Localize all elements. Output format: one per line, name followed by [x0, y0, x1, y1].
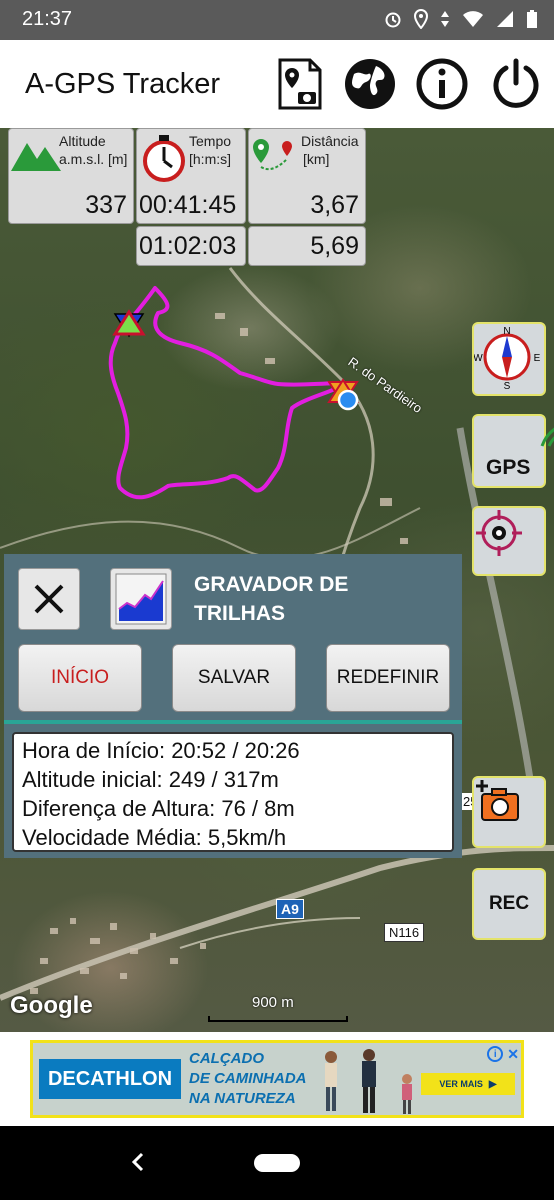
ad-close-icon[interactable]: ✕ — [507, 1046, 519, 1063]
status-time: 21:37 — [22, 8, 73, 30]
distance-label-1: Distância — [301, 133, 359, 149]
track-recorder-panel: GRAVADOR DE TRILHAS INÍCIO SALVAR REDEFI… — [4, 554, 462, 858]
info-start-time: Hora de Início: 20:52 / 20:26 — [22, 738, 300, 763]
battery-icon — [526, 9, 538, 34]
distance-total-panel: 5,69 — [248, 226, 366, 266]
map-photo-icon[interactable] — [272, 56, 328, 112]
distance-label-2: [km] — [303, 151, 330, 167]
rec-button[interactable]: REC — [472, 868, 546, 940]
road-badge-n116: N116 — [384, 923, 425, 942]
distance-value: 3,67 — [310, 191, 359, 219]
compass-e: E — [534, 353, 540, 364]
location-icon — [413, 8, 429, 34]
start-button[interactable]: INÍCIO — [18, 644, 142, 712]
app-bar: A-GPS Tracker — [0, 40, 554, 128]
compass-button[interactable]: N S E W — [472, 322, 546, 396]
close-icon — [34, 584, 64, 614]
track-path — [108, 286, 350, 500]
add-photo-icon — [476, 780, 519, 821]
reset-button[interactable]: REDEFINIR — [326, 644, 450, 712]
ad-line-1: CALÇADO — [189, 1050, 264, 1067]
wifi-icon — [462, 10, 484, 33]
ad-headline: CALÇADO DE CAMINHADA NA NATUREZA — [189, 1049, 307, 1109]
ad-cta-button[interactable]: VER MAIS ▶ — [421, 1073, 515, 1095]
ad-cta-label: VER MAIS — [439, 1079, 483, 1089]
data-arrows-icon — [440, 10, 450, 33]
add-photo-button[interactable] — [472, 776, 546, 848]
hikers-image — [309, 1045, 419, 1115]
scale-label: 900 m — [252, 994, 294, 1011]
recorder-info: Hora de Início: 20:52 / 20:26 Altitude i… — [12, 732, 454, 852]
info-icon[interactable] — [414, 56, 470, 112]
status-icons — [384, 8, 538, 34]
time-label-2: [h:m:s] — [189, 151, 232, 167]
map-scale: 900 m — [208, 992, 348, 1028]
elevation-chart-icon — [115, 573, 167, 625]
back-icon[interactable] — [128, 1150, 148, 1179]
signal-icon — [496, 10, 514, 33]
chevron-right-icon: ▶ — [488, 1078, 497, 1090]
ad-line-3: NA NATUREZA — [189, 1090, 296, 1107]
ad-info-icon[interactable]: i — [487, 1046, 504, 1062]
elevation-chart-button[interactable] — [110, 568, 172, 630]
save-button[interactable]: SALVAR — [172, 644, 296, 712]
power-icon[interactable] — [488, 56, 544, 112]
home-pill-icon[interactable] — [254, 1154, 300, 1172]
info-average-speed: Velocidade Média: 5,5km/h — [22, 825, 287, 850]
locate-me-button[interactable] — [472, 506, 546, 576]
start-marker — [112, 309, 146, 338]
gps-button[interactable]: GPS — [472, 414, 554, 488]
info-start-altitude: Altitude inicial: 249 / 317m — [22, 767, 279, 792]
altitude-value: 337 — [85, 191, 127, 219]
ad-brand-logo: DECATHLON — [39, 1059, 181, 1099]
compass-s: S — [504, 381, 511, 390]
compass-w: W — [474, 353, 483, 364]
ad-controls: i ✕ — [479, 1045, 519, 1063]
gps-label: GPS — [486, 456, 531, 479]
divider — [4, 720, 462, 724]
ad-banner[interactable]: DECATHLON CALÇADO DE CAMINHADA NA NATURE… — [30, 1040, 524, 1118]
navigation-bar — [0, 1126, 554, 1200]
time-label-1: Tempo — [189, 133, 232, 149]
altitude-label-1: Altitude — [59, 133, 106, 149]
alarm-icon — [384, 10, 402, 33]
google-attribution: Google — [10, 992, 93, 1019]
scale-bar — [208, 1016, 348, 1022]
distance-total-value: 5,69 — [310, 232, 359, 260]
status-bar: 21:37 — [0, 0, 554, 40]
altitude-panel: Altitude a.m.s.l. [m] 337 — [8, 128, 134, 224]
time-value: 00:41:45 — [139, 191, 237, 219]
info-height-difference: Diferença de Altura: 76 / 8m — [22, 796, 295, 821]
recorder-title: GRAVADOR DE TRILHAS — [194, 573, 349, 625]
distance-panel: Distância [km] 3,67 — [248, 128, 366, 224]
current-location-dot — [337, 389, 359, 411]
road-badge-a9: A9 — [276, 899, 304, 919]
ad-area: DECATHLON CALÇADO DE CAMINHADA NA NATURE… — [0, 1032, 554, 1126]
time-total-panel: 01:02:03 — [136, 226, 246, 266]
app-title: A-GPS Tracker — [25, 68, 220, 100]
time-total-value: 01:02:03 — [139, 232, 237, 260]
close-button[interactable] — [18, 568, 80, 630]
rec-label: REC — [488, 893, 530, 914]
crosshair-icon — [476, 510, 522, 556]
time-panel: Tempo [h:m:s] 00:41:45 — [136, 128, 246, 224]
globe-icon[interactable] — [342, 56, 398, 112]
compass-icon: N S E W — [474, 326, 540, 390]
altitude-label-2: a.m.s.l. [m] — [59, 151, 128, 167]
ad-line-2: DE CAMINHADA — [189, 1070, 307, 1087]
compass-n: N — [503, 326, 510, 337]
